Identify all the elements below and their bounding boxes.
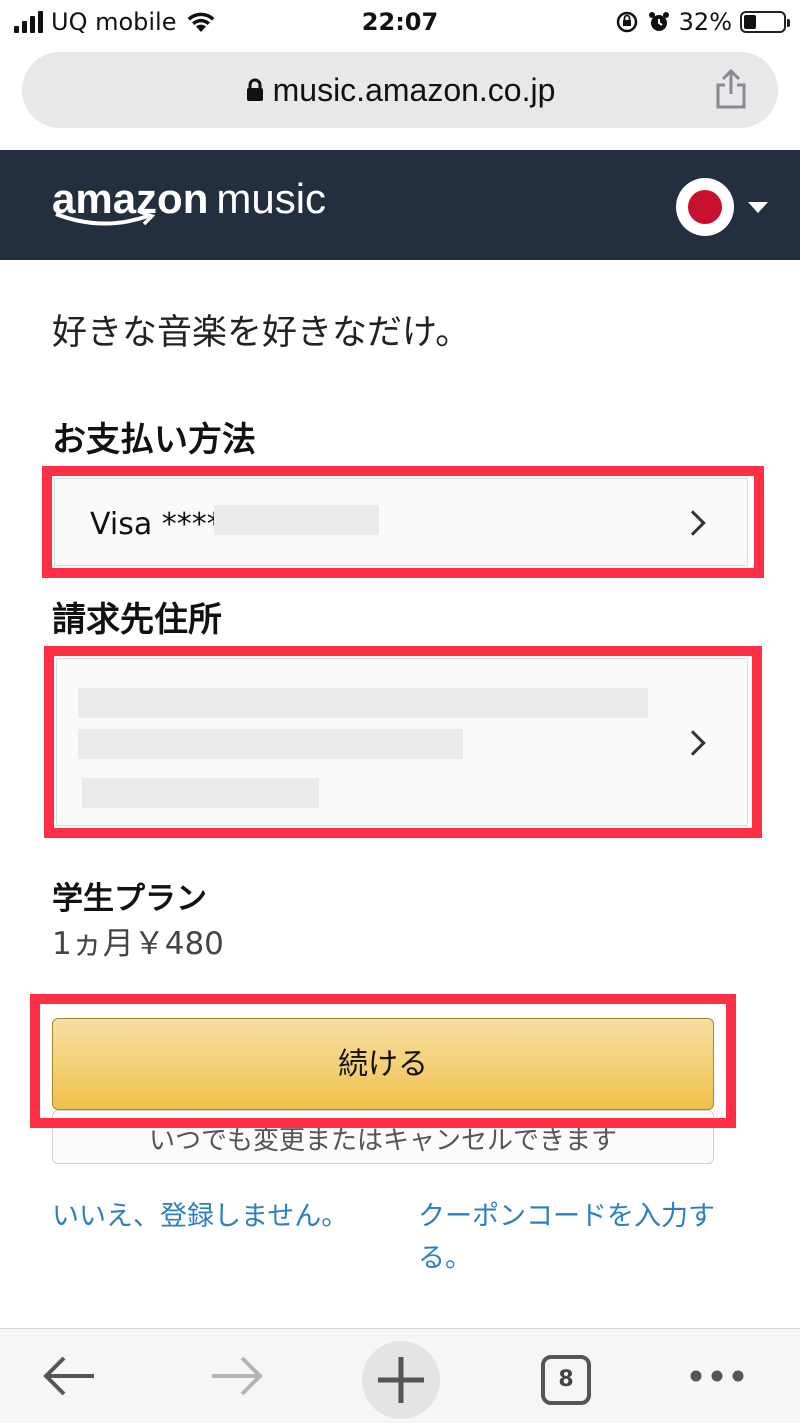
more-options-icon[interactable] xyxy=(686,1329,748,1423)
battery-icon xyxy=(740,11,790,33)
status-right: 32% xyxy=(615,8,790,36)
new-tab-button[interactable] xyxy=(362,1341,440,1419)
plus-icon xyxy=(378,1357,424,1403)
status-bar: UQ mobile 22:07 32% xyxy=(0,0,800,46)
address-bar[interactable]: music.amazon.co.jp xyxy=(22,52,778,128)
browser-toolbar: 8 xyxy=(0,1328,800,1423)
forward-arrow-icon[interactable] xyxy=(206,1329,268,1423)
billing-address-title: 請求先住所 xyxy=(52,600,222,640)
billing-highlight-box xyxy=(44,646,762,838)
amazon-smile-icon xyxy=(55,210,156,226)
payment-method-title: お支払い方法 xyxy=(52,420,256,460)
back-arrow-icon[interactable] xyxy=(38,1329,100,1423)
chevron-down-icon[interactable] xyxy=(748,202,768,213)
decline-link[interactable]: いいえ、登録しません。 xyxy=(52,1196,348,1238)
plan-name: 学生プラン xyxy=(52,881,207,917)
coupon-code-link[interactable]: クーポンコードを入力する。 xyxy=(418,1196,738,1280)
share-icon[interactable] xyxy=(714,68,748,110)
url-text: music.amazon.co.jp xyxy=(272,72,556,108)
logo-music: music xyxy=(216,175,327,222)
japan-flag-icon[interactable] xyxy=(676,178,734,236)
lock-icon xyxy=(246,78,263,101)
orientation-lock-icon xyxy=(616,11,637,33)
page-tagline: 好きな音楽を好きなだけ。 xyxy=(52,313,471,353)
url-display[interactable]: music.amazon.co.jp xyxy=(22,70,778,110)
plan-price: 1ヵ月￥480 xyxy=(52,926,224,962)
payment-highlight-box xyxy=(42,466,764,578)
tab-count-button[interactable]: 8 xyxy=(541,1355,591,1405)
continue-highlight-box xyxy=(30,994,736,1128)
battery-percent: 32% xyxy=(678,8,732,36)
alarm-icon xyxy=(648,12,669,31)
